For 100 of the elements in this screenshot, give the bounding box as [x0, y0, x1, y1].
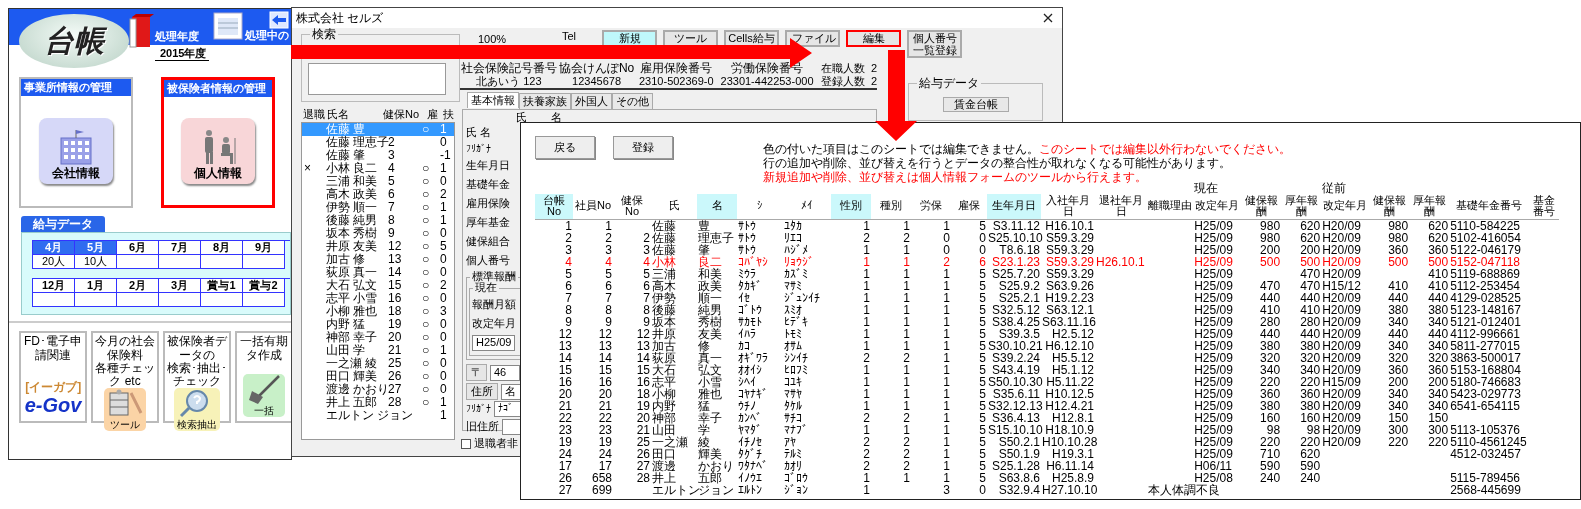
table-cell: 19: [558, 434, 572, 449]
list-cell-text: 1: [440, 396, 448, 409]
list-cell-text: 井上 五郎: [326, 396, 379, 409]
list-row[interactable]: 高木 政美 6 ○ 2: [302, 188, 454, 201]
table-cell: 1: [863, 470, 870, 485]
table-cell: 340: [1428, 386, 1449, 401]
table-cell: 380: [1300, 398, 1321, 413]
sheet-button[interactable]: 戻る: [535, 136, 595, 159]
list-cell-text: 0: [440, 357, 448, 370]
table-cell: 27: [558, 482, 572, 497]
toolbar-button[interactable]: 編集: [846, 30, 901, 47]
table-cell: 19: [598, 434, 612, 449]
tool-button[interactable]: 一括: [243, 374, 285, 418]
list-row[interactable]: 佐藤 理恵子2 0: [302, 136, 454, 149]
table-cell: 220: [1300, 374, 1321, 389]
list-row[interactable]: 一之瀬 綾 25 ○ 0: [302, 357, 454, 370]
field-label: 報酬月額: [472, 298, 516, 312]
table-cell: 23: [558, 422, 572, 437]
sheet-button[interactable]: 登録: [613, 136, 673, 159]
list-row[interactable]: 坂本 秀樹 9 ○ 0: [302, 227, 454, 240]
list-row[interactable]: 加古 修 13 ○ 0: [302, 253, 454, 266]
tab[interactable]: その他: [612, 93, 653, 110]
form-button[interactable]: 〒: [466, 364, 487, 382]
table-cell: ｻﾄｳ: [738, 230, 756, 245]
table-cell: 2: [903, 458, 910, 473]
checkbox[interactable]: [461, 438, 471, 449]
list-row[interactable]: 後藤 純男 8 ○ 1: [302, 214, 454, 227]
table-cell: 5: [979, 362, 986, 377]
input-field[interactable]: H25/09: [472, 334, 516, 351]
table-cell: S43.4.19: [991, 362, 1040, 377]
list-row[interactable]: 田口 輝美 26 ○ 0: [302, 370, 454, 383]
table-cell: 8: [605, 302, 612, 317]
table-cell: 9: [643, 314, 650, 329]
list-row[interactable]: 井上 五郎 28 ○ 1: [302, 396, 454, 409]
tool-button[interactable]: 検索抽出: [174, 388, 220, 432]
table-cell: ｻﾄｳ: [738, 218, 756, 233]
toolbar-button[interactable]: 個人番号一覧登録: [907, 30, 962, 58]
table-cell: 20: [598, 386, 612, 401]
table-cell: 470: [1300, 266, 1321, 281]
list-cell-text: ○: [422, 331, 431, 344]
tab[interactable]: 基本情報: [467, 92, 519, 109]
list-row[interactable]: エルトン ジョン 1: [302, 409, 454, 422]
list-row[interactable]: 神部 幸子 20 ○ 0: [302, 331, 454, 344]
form-button[interactable]: 住所: [466, 383, 498, 401]
table-cell: 5811-277015: [1450, 338, 1520, 353]
wage-ledger-button[interactable]: 賃金台帳: [942, 96, 1009, 112]
person-info-button[interactable]: 個人情報: [181, 118, 255, 185]
table-cell: 3: [643, 242, 650, 257]
table-cell: H6.11.14: [1046, 458, 1094, 473]
table-cell: H25/09: [1194, 338, 1233, 353]
list-row[interactable]: 伊勢 順一 7 ○ 1: [302, 201, 454, 214]
month-header: 1月: [75, 279, 117, 294]
table-cell: 340: [1428, 398, 1449, 413]
table-cell: 200: [1300, 242, 1321, 257]
list-cell-text: 0: [440, 318, 448, 331]
notice-text: 行の追加や削除、並び替えを行うとデータの整合性が取れなくなる可能性があります。: [763, 156, 1231, 170]
table-cell: 5: [979, 470, 986, 485]
list-row[interactable]: 志平 小雪 16 ○ 0: [302, 292, 454, 305]
list-cell-text: 小柳 雅也: [326, 305, 379, 318]
table-cell: H20/09: [1322, 302, 1361, 317]
table-cell: ｶｵﾘ: [784, 458, 802, 473]
list-cell-text: 0: [440, 331, 448, 344]
list-row[interactable]: 三浦 和美 5 ○ 0: [302, 175, 454, 188]
list-cell-text: 志平 小雪: [326, 292, 379, 305]
tab[interactable]: 外国人: [571, 93, 612, 110]
table-cell: H25/09: [1194, 326, 1233, 341]
table-cell: 井上: [652, 470, 676, 485]
table-cell: 2: [903, 434, 910, 449]
list-row[interactable]: 佐藤 肇 3 -1: [302, 149, 454, 162]
list-cell-text: 0: [440, 292, 448, 305]
table-cell: S32.9.4: [998, 482, 1040, 497]
list-row[interactable]: 大石 弘文 15 ○ 2: [302, 279, 454, 292]
table-cell: 7: [643, 290, 650, 305]
search-field[interactable]: [308, 63, 446, 95]
list-row[interactable]: 井原 友美 12 ○ 5: [302, 240, 454, 253]
table-cell: 7: [565, 290, 572, 305]
list-row[interactable]: 内野 猛 19 ○ 0: [302, 318, 454, 331]
list-row[interactable]: 荻原 真一 14 ○ 0: [302, 266, 454, 279]
tool-button[interactable]: ツール: [104, 388, 146, 432]
input-field[interactable]: 46: [490, 364, 520, 381]
table-cell: 佐藤: [652, 218, 676, 233]
list-cell-text: 19: [388, 318, 403, 331]
list-row[interactable]: 小柳 雅也 18 ○ 3: [302, 305, 454, 318]
table-cell: H25/09: [1194, 218, 1233, 233]
table-cell: 980: [1260, 230, 1281, 245]
table-cell: S25.1.28: [991, 458, 1040, 473]
egov-logo-button[interactable]: [イーガブ] e-Gov: [21, 380, 85, 418]
table-cell: H20/09: [1322, 338, 1361, 353]
table-cell: 5: [979, 434, 986, 449]
month-count-cell: 10人: [75, 255, 117, 270]
table-cell: 5: [979, 314, 986, 329]
list-row[interactable]: 山田 学 21 ○ 1: [302, 344, 454, 357]
table-cell: ﾏｻﾔ: [784, 386, 802, 401]
list-row[interactable]: 渡邊 かおり27 ○ 0: [302, 383, 454, 396]
tab[interactable]: 扶養家族: [519, 93, 571, 110]
company-info-button[interactable]: 会社情報: [39, 118, 113, 185]
table-cell: 220: [1260, 434, 1281, 449]
list-row[interactable]: × 小林 良二 4 ○ 1: [302, 162, 454, 175]
close-icon[interactable]: [1042, 12, 1054, 24]
column-header: 離職理由: [1147, 194, 1194, 219]
